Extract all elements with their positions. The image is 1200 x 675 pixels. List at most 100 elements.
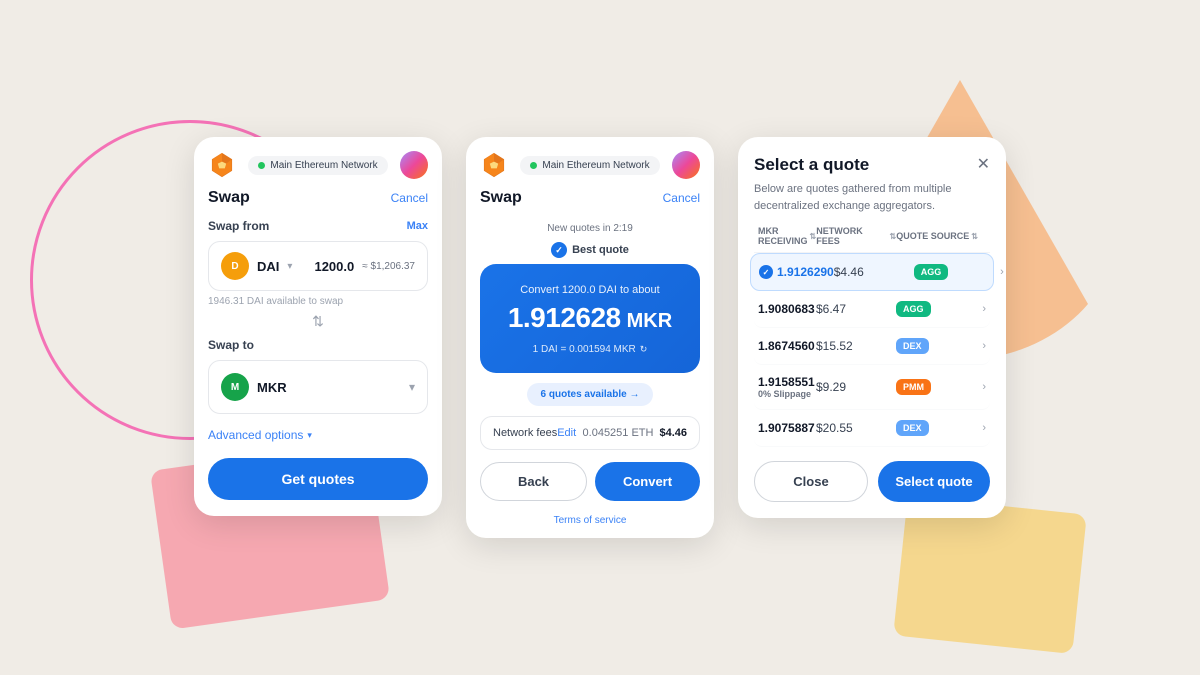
get-quotes-button[interactable]: Get quotes xyxy=(208,458,428,500)
card2-header: Main Ethereum Network xyxy=(466,137,714,189)
metamask-logo-2 xyxy=(480,151,508,179)
max-button[interactable]: Max xyxy=(407,220,428,232)
quotes-actions: Close Select quote xyxy=(754,461,990,502)
card2-title: Swap xyxy=(480,189,522,207)
card1-header: Main Ethereum Network xyxy=(194,137,442,189)
quote-source-4: DEX › xyxy=(896,420,986,436)
quote-chevron-1[interactable]: › xyxy=(982,303,986,315)
quote-source-1: AGG › xyxy=(896,301,986,317)
new-quotes-timer: New quotes in 2:19 xyxy=(466,219,714,242)
convert-token: MKR xyxy=(627,310,673,333)
cards-container: Main Ethereum Network Swap Cancel Swap f… xyxy=(194,137,1006,538)
best-quote-badge: ✓ Best quote xyxy=(466,242,714,258)
sort-fees-icon[interactable]: ⇅ xyxy=(890,232,897,241)
quote-fee-2: $15.52 xyxy=(816,339,896,353)
source-badge-1: AGG xyxy=(896,301,931,317)
mkr-icon: M xyxy=(221,373,249,401)
card1-title: Swap xyxy=(208,189,250,207)
quote-row[interactable]: 1.9080683 $6.47 AGG › xyxy=(754,291,990,328)
convert-subtitle: Convert 1200.0 DAI to about xyxy=(496,284,684,296)
fees-label: Network fees xyxy=(493,427,557,439)
sort-receiving-icon[interactable]: ⇅ xyxy=(810,232,817,241)
terms-link[interactable]: Terms of service xyxy=(466,515,714,538)
quote-chevron-2[interactable]: › xyxy=(982,340,986,352)
quotes-available-button[interactable]: 6 quotes available → xyxy=(527,383,654,406)
quote-row[interactable]: 1.9075887 $20.55 DEX › xyxy=(754,410,990,447)
quote-source-3: PMM › xyxy=(896,379,986,395)
fees-usd: $4.46 xyxy=(659,427,687,439)
from-amount: 1200.0 xyxy=(314,259,354,274)
convert-info-box: Convert 1200.0 DAI to about 1.912628 MKR… xyxy=(480,264,700,373)
advanced-options-button[interactable]: Advanced options ▾ xyxy=(208,428,428,442)
available-text: 1946.31 DAI available to swap xyxy=(208,296,428,307)
to-token-symbol: MKR xyxy=(257,380,287,395)
quote-receiving-0: ✓ 1.9126290 xyxy=(759,265,834,279)
metamask-logo xyxy=(208,151,236,179)
quote-source-2: DEX › xyxy=(896,338,986,354)
swap-to-input[interactable]: M MKR ▾ xyxy=(208,360,428,414)
swap-to-label: Swap to xyxy=(208,338,428,352)
quote-fee-3: $9.29 xyxy=(816,380,896,394)
quote-source-0: AGG › xyxy=(914,264,1004,280)
fees-eth: 0.045251 ETH xyxy=(583,427,654,439)
convert-rate: 1 DAI = 0.001594 MKR ↻ xyxy=(496,344,684,355)
quote-receiving-2: 1.8674560 xyxy=(758,339,816,353)
swap-from-label: Swap from Max xyxy=(208,219,428,233)
quote-chevron-0[interactable]: › xyxy=(1000,266,1004,278)
quote-row[interactable]: ✓ 1.9126290 $4.46 AGG › xyxy=(750,253,994,291)
col-fees: Network fees ⇅ xyxy=(816,226,896,246)
card1-body: Swap from Max D DAI ▾ 1200.0 ≈ $1,206.37… xyxy=(194,219,442,516)
quote-receiving-1: 1.9080683 xyxy=(758,302,816,316)
best-quote-checkmark: ✓ xyxy=(551,242,567,258)
swap-card: Main Ethereum Network Swap Cancel Swap f… xyxy=(194,137,442,516)
cancel-button[interactable]: Cancel xyxy=(391,191,428,205)
dai-icon: D xyxy=(221,252,249,280)
swap-from-input[interactable]: D DAI ▾ 1200.0 ≈ $1,206.37 xyxy=(208,241,428,291)
source-badge-3: PMM xyxy=(896,379,931,395)
quotes-title: Select a quote xyxy=(754,155,869,175)
back-button[interactable]: Back xyxy=(480,462,587,501)
network-badge-2: Main Ethereum Network xyxy=(520,156,659,175)
network-fees-row: Network fees Edit 0.045251 ETH $4.46 xyxy=(480,416,700,450)
quote-chevron-4[interactable]: › xyxy=(982,422,986,434)
from-token-symbol: DAI xyxy=(257,259,279,274)
convert-amount: 1.912628 xyxy=(508,302,621,334)
select-quote-card: Select a quote ✕ Below are quotes gather… xyxy=(738,137,1006,518)
convert-card: Main Ethereum Network Swap Cancel New qu… xyxy=(466,137,714,538)
quote-receiving-4: 1.9075887 xyxy=(758,421,816,435)
from-token-chevron: ▾ xyxy=(287,261,292,272)
avatar xyxy=(400,151,428,179)
network-dot-2 xyxy=(530,162,537,169)
col-receiving: MKR Receiving ⇅ xyxy=(758,226,816,246)
network-badge: Main Ethereum Network xyxy=(248,156,387,175)
to-token-chevron: ▾ xyxy=(409,380,415,394)
close-button[interactable]: Close xyxy=(754,461,868,502)
quote-chevron-3[interactable]: › xyxy=(982,381,986,393)
source-badge-4: DEX xyxy=(896,420,929,436)
quotes-header: Select a quote ✕ xyxy=(754,155,990,175)
quotes-table-header: MKR Receiving ⇅ Network fees ⇅ Quote sou… xyxy=(754,226,990,253)
sort-source-icon[interactable]: ⇅ xyxy=(971,232,978,241)
convert-button[interactable]: Convert xyxy=(595,462,700,501)
select-quote-button[interactable]: Select quote xyxy=(878,461,990,502)
quote-row[interactable]: 1.9158551 0% Slippage $9.29 PMM › xyxy=(754,365,990,410)
card1-title-row: Swap Cancel xyxy=(194,189,442,219)
fees-edit-button[interactable]: Edit xyxy=(557,427,576,439)
source-badge-0: AGG xyxy=(914,264,949,280)
avatar-2 xyxy=(672,151,700,179)
swap-arrows-icon[interactable]: ⇅ xyxy=(208,313,428,330)
card2-title-row: Swap Cancel xyxy=(466,189,714,219)
convert-actions: Back Convert xyxy=(466,462,714,515)
source-badge-2: DEX xyxy=(896,338,929,354)
quote-receiving-3: 1.9158551 0% Slippage xyxy=(758,375,816,399)
cancel-button-2[interactable]: Cancel xyxy=(663,191,700,205)
quote-fee-1: $6.47 xyxy=(816,302,896,316)
quote-fee-4: $20.55 xyxy=(816,421,896,435)
network-dot xyxy=(258,162,265,169)
quotes-description: Below are quotes gathered from multiple … xyxy=(754,181,990,214)
quote-fee-0: $4.46 xyxy=(834,265,914,279)
col-source: Quote source ⇅ xyxy=(896,226,986,246)
close-icon[interactable]: ✕ xyxy=(977,157,990,173)
from-usd: ≈ $1,206.37 xyxy=(362,261,415,272)
quote-row[interactable]: 1.8674560 $15.52 DEX › xyxy=(754,328,990,365)
